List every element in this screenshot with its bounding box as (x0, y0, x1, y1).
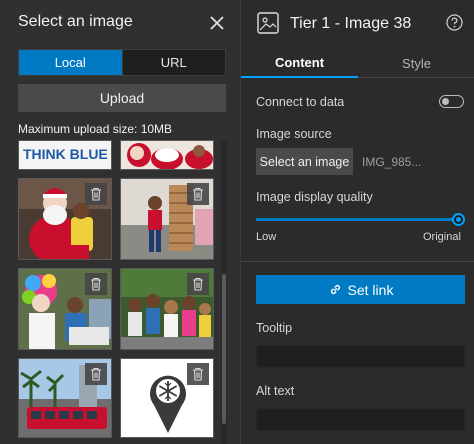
display-quality-label: Image display quality (256, 190, 373, 204)
delete-image-button[interactable] (85, 273, 107, 295)
gallery-thumb[interactable] (18, 358, 112, 438)
tab-style[interactable]: Style (358, 48, 474, 78)
trash-icon (193, 367, 203, 381)
image-gallery: THINK BLUE (18, 140, 218, 444)
image-file-name: IMG_985... (362, 155, 422, 169)
trash-icon (193, 187, 203, 201)
gallery-thumb[interactable] (120, 140, 214, 170)
quality-slider-track[interactable] (256, 218, 458, 221)
gallery-thumb[interactable] (120, 268, 214, 350)
tab-local[interactable]: Local (19, 50, 122, 75)
set-link-button[interactable]: Set link (256, 275, 465, 304)
section-divider (241, 261, 474, 262)
tooltip-input[interactable] (256, 345, 465, 368)
quality-max-label: Original (423, 231, 461, 243)
connect-to-data-toggle[interactable] (439, 95, 464, 108)
delete-image-button[interactable] (187, 273, 209, 295)
help-icon[interactable] (446, 14, 463, 31)
upload-button[interactable]: Upload (18, 84, 226, 112)
close-icon[interactable] (208, 14, 226, 32)
gallery-scrollbar-thumb[interactable] (222, 274, 226, 424)
tab-content[interactable]: Content (241, 48, 358, 78)
gallery-thumb[interactable]: THINK BLUE (18, 140, 112, 170)
connect-to-data-label: Connect to data (256, 95, 345, 109)
quality-slider-handle-dot (456, 217, 461, 222)
delete-image-button[interactable] (187, 183, 209, 205)
delete-image-button[interactable] (187, 363, 209, 385)
alt-text-input[interactable] (256, 408, 465, 431)
image-icon (257, 12, 279, 34)
source-toggle: Local URL (18, 49, 226, 76)
max-upload-note: Maximum upload size: 10MB (18, 122, 173, 136)
trash-icon (91, 187, 101, 201)
gallery-thumb[interactable] (18, 268, 112, 350)
trash-icon (91, 277, 101, 291)
image-settings-panel: Tier 1 - Image 38 Content Style Connect … (240, 0, 474, 444)
gallery-thumb[interactable] (18, 178, 112, 260)
select-image-button[interactable]: Select an image (256, 148, 353, 175)
gallery-thumb[interactable] (120, 358, 214, 438)
delete-image-button[interactable] (85, 183, 107, 205)
trash-icon (91, 367, 101, 381)
set-link-label: Set link (347, 281, 394, 298)
widget-title: Tier 1 - Image 38 (290, 15, 412, 32)
delete-image-button[interactable] (85, 363, 107, 385)
settings-tabs: Content Style (241, 48, 474, 78)
gallery-thumb[interactable] (120, 178, 214, 260)
link-icon (330, 284, 340, 295)
image-source-label: Image source (256, 127, 332, 141)
image-picker-panel: Select an image Local URL Upload Maximum… (0, 0, 240, 444)
alt-text-label: Alt text (256, 384, 295, 398)
toggle-knob (442, 97, 449, 105)
banner-text: THINK BLUE (23, 146, 108, 162)
panel-title: Select an image (18, 13, 133, 30)
tab-url[interactable]: URL (121, 50, 225, 75)
trash-icon (193, 277, 203, 291)
tooltip-label: Tooltip (256, 321, 293, 335)
quality-min-label: Low (256, 231, 277, 243)
